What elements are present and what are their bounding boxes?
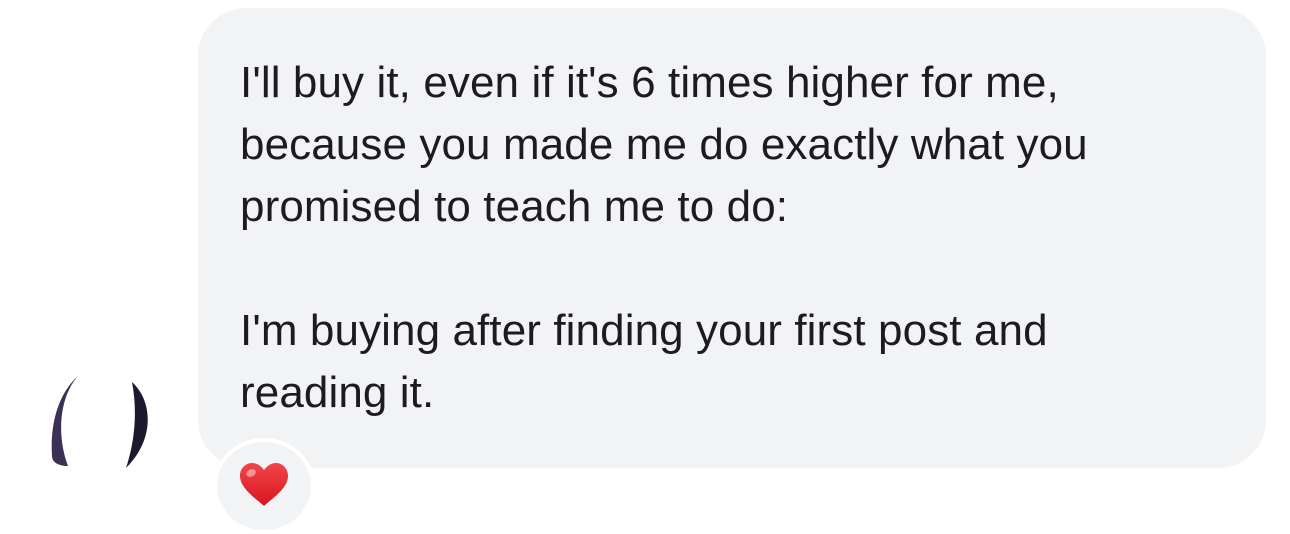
avatar-icon [51,376,148,468]
message-paragraph: I'm buying after finding your first post… [240,306,1048,417]
avatar[interactable] [48,374,158,470]
message-bubble[interactable]: I'll buy it, even if it's 6 times higher… [198,8,1266,468]
message-paragraph: I'll buy it, even if it's 6 times higher… [240,58,1088,231]
message-row: I'll buy it, even if it's 6 times higher… [0,0,1290,534]
heart-icon [240,463,288,506]
reaction-badge[interactable] [213,438,315,534]
